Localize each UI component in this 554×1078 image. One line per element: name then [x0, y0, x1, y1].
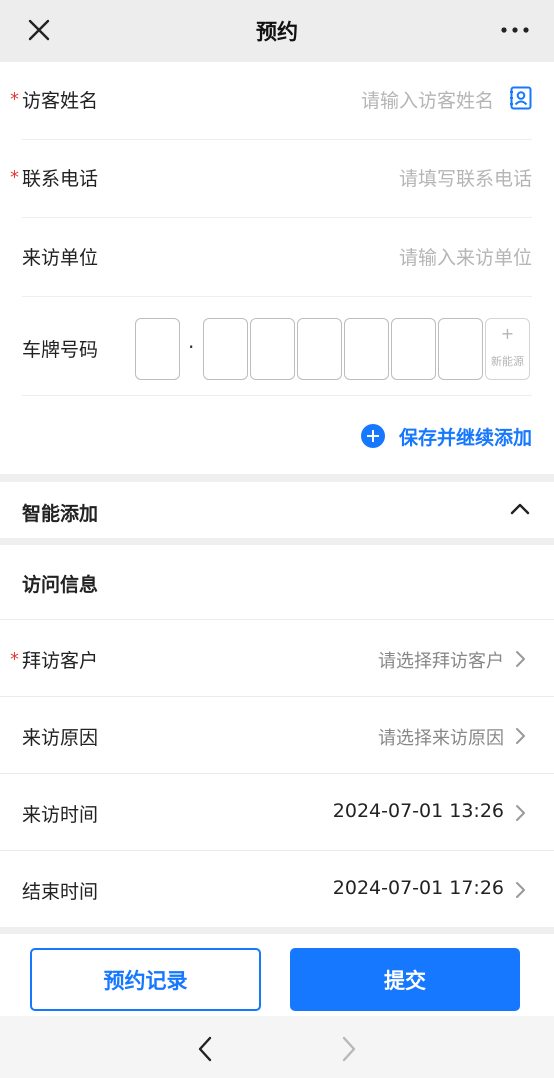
plus-icon: +	[500, 324, 515, 343]
company-field[interactable]: 来访单位 请输入来访单位	[22, 219, 532, 297]
phone-field[interactable]: * 联系电话 请填写联系电话	[10, 140, 532, 218]
plate-number-field: 车牌号码 · + 新能源	[22, 298, 532, 396]
plate-box-province[interactable]	[135, 318, 180, 380]
contact-card-icon[interactable]	[510, 86, 532, 110]
smart-add-title: 智能添加	[22, 503, 99, 525]
chevron-right-icon	[516, 882, 525, 898]
smart-add-section[interactable]: 智能添加	[0, 482, 554, 538]
visit-start-time-label: 来访时间	[22, 804, 99, 826]
visit-end-time-field[interactable]: 结束时间 2024-07-01 17:26	[0, 850, 554, 927]
back-arrow-icon[interactable]	[196, 1036, 214, 1062]
plate-separator: ·	[188, 335, 195, 359]
visit-customer-label: 拜访客户	[22, 650, 99, 672]
visitor-name-field[interactable]: * 访客姓名 请输入访客姓名	[10, 62, 532, 140]
required-mark: *	[10, 649, 19, 670]
visitor-name-label: 访客姓名	[22, 90, 99, 112]
browser-nav-bar	[0, 1016, 554, 1078]
phone-input[interactable]: 请填写联系电话	[399, 164, 532, 191]
plate-box-new-energy[interactable]: + 新能源	[485, 318, 530, 380]
chevron-up-icon[interactable]	[510, 502, 530, 516]
visit-reason-field[interactable]: 来访原因 请选择来访原因	[0, 696, 554, 773]
visit-info-title: 访问信息	[22, 574, 99, 596]
plate-box-6[interactable]	[438, 318, 483, 380]
plate-box-4[interactable]	[344, 318, 389, 380]
visitor-form: * 访客姓名 请输入访客姓名 * 联系电话 请填写联系电话 来访单位 请输入来访…	[0, 62, 554, 474]
plate-box-2[interactable]	[250, 318, 295, 380]
chevron-right-icon	[516, 805, 525, 821]
phone-label: 联系电话	[22, 168, 99, 190]
visit-start-time-field[interactable]: 来访时间 2024-07-01 13:26	[0, 773, 554, 850]
records-button[interactable]: 预约记录	[30, 948, 261, 1011]
visit-customer-field[interactable]: * 拜访客户 请选择拜访客户	[0, 619, 554, 696]
required-mark: *	[10, 89, 19, 110]
visit-start-time-value[interactable]: 2024-07-01 13:26	[333, 800, 504, 822]
visit-reason-select[interactable]: 请选择来访原因	[378, 724, 504, 750]
chevron-right-icon	[516, 728, 525, 744]
save-continue-button[interactable]: 保存并继续添加	[360, 422, 532, 450]
company-label: 来访单位	[22, 247, 99, 269]
plate-label: 车牌号码	[22, 339, 99, 361]
page-title: 预约	[256, 20, 298, 44]
bottom-action-bar: 预约记录 提交	[0, 934, 554, 1016]
save-continue-label: 保存并继续添加	[398, 426, 532, 449]
visitor-name-input[interactable]: 请输入访客姓名	[361, 86, 494, 113]
visit-end-time-label: 结束时间	[22, 881, 99, 903]
visit-end-time-value[interactable]: 2024-07-01 17:26	[333, 877, 504, 899]
forward-arrow-icon[interactable]	[340, 1036, 358, 1062]
plate-box-5[interactable]	[391, 318, 436, 380]
plus-circle-icon	[360, 424, 385, 448]
chevron-right-icon	[516, 651, 525, 667]
plate-box-3[interactable]	[297, 318, 342, 380]
plate-box-1[interactable]	[203, 318, 248, 380]
required-mark: *	[10, 167, 19, 188]
top-bar: 预约	[0, 0, 554, 62]
company-input[interactable]: 请输入来访单位	[399, 243, 532, 270]
submit-button[interactable]: 提交	[290, 948, 520, 1011]
visit-info-section: 访问信息 * 拜访客户 请选择拜访客户 来访原因 请选择来访原因 来访时间 20…	[0, 545, 554, 927]
visit-customer-select[interactable]: 请选择拜访客户	[378, 647, 504, 673]
visit-reason-label: 来访原因	[22, 727, 99, 749]
more-icon[interactable]	[500, 22, 530, 38]
new-energy-label: 新能源	[491, 355, 524, 368]
